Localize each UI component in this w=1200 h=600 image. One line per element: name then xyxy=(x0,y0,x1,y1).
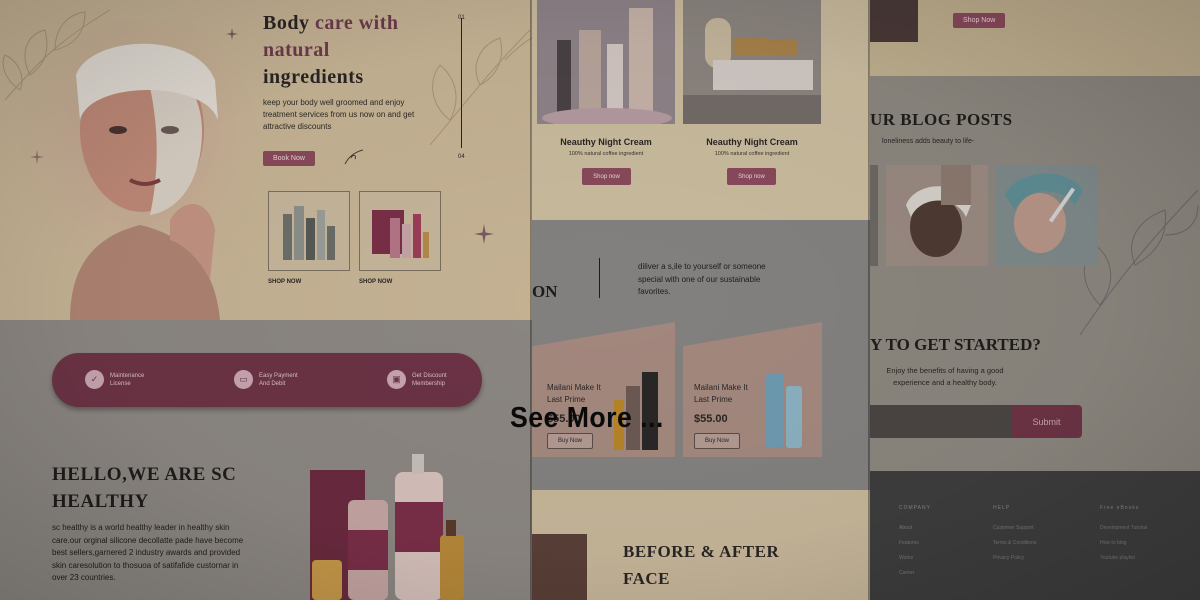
blog-page-preview: Shop Now UR BLOG POSTS loneliness adds b… xyxy=(870,0,1200,600)
facial-treatment-image xyxy=(995,165,1098,266)
product-subtitle-1: 100% natural coffee ingredient xyxy=(568,151,644,157)
get-started-text: Enjoy the benefits of having a good expe… xyxy=(886,366,1004,387)
footer-link[interactable]: How to blog xyxy=(1100,540,1126,546)
see-more-link[interactable]: See More ... xyxy=(510,402,664,435)
serum-bottles-image xyxy=(537,0,675,128)
shop-now-link-2[interactable]: SHOP NOW xyxy=(359,279,392,285)
skincare-bottles-image xyxy=(283,206,335,260)
section-text: diliver a s,ile to yourself or someone s… xyxy=(638,262,766,296)
card-icon: ▭ xyxy=(234,370,253,389)
lancome-bottles-image xyxy=(766,374,802,448)
product-thumbnail-2[interactable] xyxy=(359,191,441,271)
footer-heading-ebooks: Free eBooks xyxy=(1100,505,1140,511)
feature-item: ✓ Maintenance License xyxy=(85,370,154,389)
blog-subtitle: loneliness adds beauty to life- xyxy=(882,138,975,145)
shop-now-button[interactable]: Shop Now xyxy=(953,13,1006,28)
email-input[interactable] xyxy=(870,405,1011,438)
skincare-bag-image xyxy=(372,210,429,258)
submit-button[interactable]: Submit xyxy=(1011,405,1082,438)
woman-face-mask-image xyxy=(20,20,260,320)
blog-title: UR BLOG POSTS xyxy=(870,110,1013,129)
hero-headline: Body care with natural ingredients xyxy=(263,10,399,91)
promo-strip: Shop Now xyxy=(870,0,1200,76)
features-bar: ✓ Maintenance License ▭ Easy Payment And… xyxy=(52,353,482,407)
about-title: HELLO,WE ARE SC HEALTHY xyxy=(52,464,237,512)
shield-icon: ✓ xyxy=(85,370,104,389)
footer xyxy=(870,471,1200,600)
footer-link[interactable]: Works xyxy=(899,555,913,561)
about-text: sc healthy is a world healthy leader in … xyxy=(52,523,244,582)
footer-link[interactable]: Youtube playlist xyxy=(1100,555,1135,561)
footer-link[interactable]: Features xyxy=(899,540,919,546)
footer-link[interactable]: Customer Support xyxy=(993,525,1034,531)
slider-progress-line xyxy=(461,18,462,148)
product-image-1 xyxy=(537,0,675,128)
headline-part-2: care with xyxy=(314,12,399,34)
gallery-preview[interactable]: Body care with natural ingredients keep … xyxy=(0,0,1200,600)
hero-subtext: keep your body well groomed and enjoy tr… xyxy=(263,98,415,131)
leaf-decoration-icon xyxy=(429,29,532,146)
shop-now-button-2[interactable]: Shop now xyxy=(727,168,776,185)
landing-page-preview: Body care with natural ingredients keep … xyxy=(0,0,532,600)
book-now-button[interactable]: Book Now xyxy=(263,151,315,166)
footer-link[interactable]: Career xyxy=(899,570,914,576)
headline-line-2: natural xyxy=(263,39,330,61)
footer-link[interactable]: Development Tutorial xyxy=(1100,525,1147,531)
before-after-title: BEFORE & AFTER FACE xyxy=(623,542,780,588)
slider-number-top: 01 xyxy=(458,15,465,21)
product-subtitle-2: 100% natural coffee ingredient xyxy=(714,151,790,157)
blog-image-partial[interactable] xyxy=(870,165,878,266)
feature-label: Maintenance License xyxy=(110,372,145,387)
facial-mask-image xyxy=(886,165,988,266)
hero-section: Body care with natural ingredients keep … xyxy=(0,0,532,320)
product-thumbnail-1[interactable] xyxy=(268,191,350,271)
buy-now-button-1[interactable]: Buy Now xyxy=(547,433,593,449)
flower-doodle-icon xyxy=(344,149,364,165)
cream-jars-image xyxy=(683,0,821,124)
feature-label: Easy Payment And Debit xyxy=(259,372,298,387)
sparkle-icon xyxy=(474,224,494,244)
promo-image xyxy=(870,0,918,42)
blog-image-2[interactable] xyxy=(995,165,1098,266)
product-title-1: Neauthy Night Cream xyxy=(560,137,652,147)
section-title-partial: ON xyxy=(532,282,558,301)
footer-link[interactable]: Privacy Policy xyxy=(993,555,1024,561)
slider-number-bottom: 04 xyxy=(458,154,465,160)
gift-icon: ▣ xyxy=(387,370,406,389)
product-image-2 xyxy=(683,0,821,124)
footer-heading-company: COMPANY xyxy=(899,505,931,511)
shop-page-preview: Neauthy Night Cream 100% natural coffee … xyxy=(532,0,870,600)
product-set-image xyxy=(310,454,464,600)
footer-link[interactable]: Terms & Conditions xyxy=(993,540,1036,546)
card-price-2: $55.00 xyxy=(694,413,728,425)
buy-now-button-2[interactable]: Buy Now xyxy=(694,433,740,449)
get-started-title: Y TO GET STARTED? xyxy=(870,335,1041,354)
feature-label: Get Discount Membership xyxy=(412,372,447,387)
card-title-2: Mailani Make It Last Prime xyxy=(694,383,748,404)
headline-part-1: Body xyxy=(263,12,315,34)
headline-line-3: ingredients xyxy=(263,66,364,88)
before-image xyxy=(532,534,587,600)
feature-item: ▭ Easy Payment And Debit xyxy=(234,370,303,389)
blog-image-1[interactable] xyxy=(886,165,988,266)
shop-now-button-1[interactable]: Shop now xyxy=(582,168,631,185)
section-divider xyxy=(599,258,600,298)
shop-now-link-1[interactable]: SHOP NOW xyxy=(268,279,301,285)
footer-heading-help: HELP xyxy=(993,505,1011,511)
product-title-2: Neauthy Night Cream xyxy=(706,137,798,147)
feature-item: ▣ Get Discount Membership xyxy=(387,370,456,389)
footer-link[interactable]: About xyxy=(899,525,912,531)
